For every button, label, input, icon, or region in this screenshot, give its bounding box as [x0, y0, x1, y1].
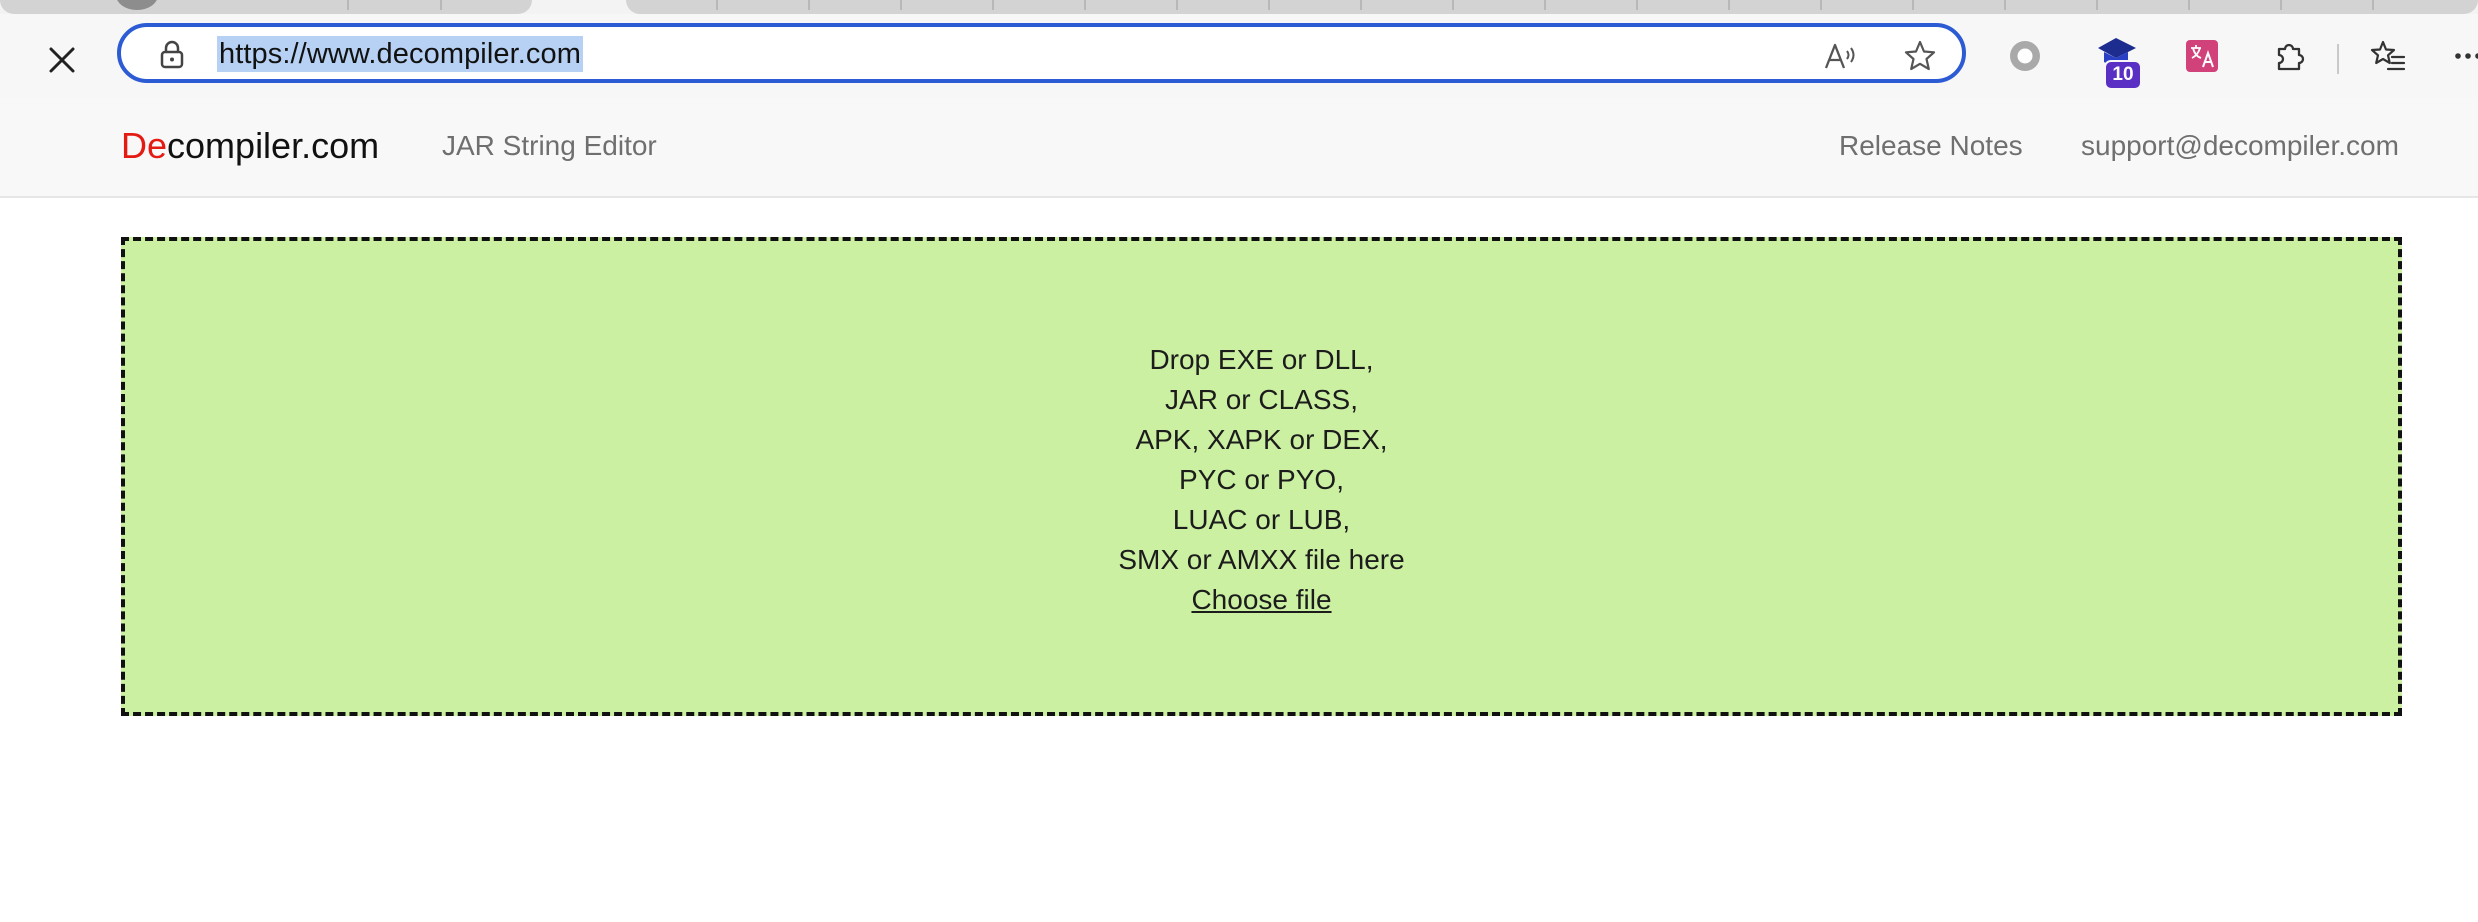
site-logo[interactable]: Decompiler.com: [121, 122, 379, 170]
tab-separator: [1176, 0, 1178, 10]
more-icon[interactable]: [2448, 34, 2478, 78]
nav-jar-string-editor[interactable]: JAR String Editor: [442, 128, 657, 164]
url-text[interactable]: https://www.decompiler.com: [217, 36, 584, 72]
tab-separator: [808, 0, 810, 10]
tab-separator: [1636, 0, 1638, 10]
tab-separator: [1820, 0, 1822, 10]
tab-separator: [2372, 0, 2374, 10]
tab-separator: [2096, 0, 2098, 10]
tab-background[interactable]: [0, 0, 532, 14]
tab-separator: [2004, 0, 2006, 10]
tab-separator: [2280, 0, 2282, 10]
translate-icon[interactable]: [2180, 34, 2224, 78]
tab-separator: [1268, 0, 1270, 10]
tab-separator: [1360, 0, 1362, 10]
nav-release-notes[interactable]: Release Notes: [1839, 128, 2023, 164]
address-bar[interactable]: https://www.decompiler.com: [117, 23, 1966, 83]
tab-background[interactable]: [626, 0, 2478, 14]
tab-separator: [1452, 0, 1454, 10]
choose-file-link[interactable]: Choose file: [1191, 580, 1331, 620]
file-drop-zone[interactable]: Drop EXE or DLL, JAR or CLASS, APK, XAPK…: [121, 237, 2402, 716]
toolbar-divider: [2337, 44, 2339, 74]
record-icon[interactable]: [2003, 34, 2047, 78]
tab-separator: [1912, 0, 1914, 10]
tab-separator: [1728, 0, 1730, 10]
drop-text-line: JAR or CLASS,: [1165, 384, 1358, 415]
logo-text: compiler.com: [167, 125, 380, 166]
tab-separator: [440, 0, 442, 10]
puzzle-icon[interactable]: [2268, 34, 2312, 78]
site-header: Decompiler.com JAR String Editor Release…: [0, 98, 2478, 198]
tab-separator: [716, 0, 718, 10]
tab-separator: [347, 0, 349, 10]
drop-instructions: Drop EXE or DLL, JAR or CLASS, APK, XAPK…: [125, 340, 2398, 620]
drop-text-line: LUAC or LUB,: [1172, 504, 1351, 535]
tab-separator: [992, 0, 994, 10]
drop-text-line: Drop EXE or DLL,: [1149, 344, 1374, 375]
tab-separator: [2188, 0, 2190, 10]
tab-separator: [1084, 0, 1086, 10]
drop-text-line: PYC or PYO,: [1179, 464, 1344, 495]
nav-support-email[interactable]: support@decompiler.com: [2081, 128, 2399, 164]
browser-toolbar: https://www.decompiler.com 10: [0, 14, 2478, 98]
extension-badge: 10: [2104, 60, 2142, 90]
favorites-list-icon[interactable]: [2366, 34, 2410, 78]
close-icon[interactable]: [40, 38, 84, 82]
tab-separator: [1544, 0, 1546, 10]
star-icon[interactable]: [1901, 37, 1939, 75]
tab-strip: [0, 0, 2478, 14]
lock-icon[interactable]: [157, 39, 187, 69]
tab-separator: [900, 0, 902, 10]
logo-accent: De: [121, 125, 168, 166]
read-aloud-icon[interactable]: [1821, 37, 1859, 75]
drop-text-line: SMX or AMXX file here: [1118, 544, 1405, 575]
drop-text-line: APK, XAPK or DEX,: [1135, 424, 1388, 455]
